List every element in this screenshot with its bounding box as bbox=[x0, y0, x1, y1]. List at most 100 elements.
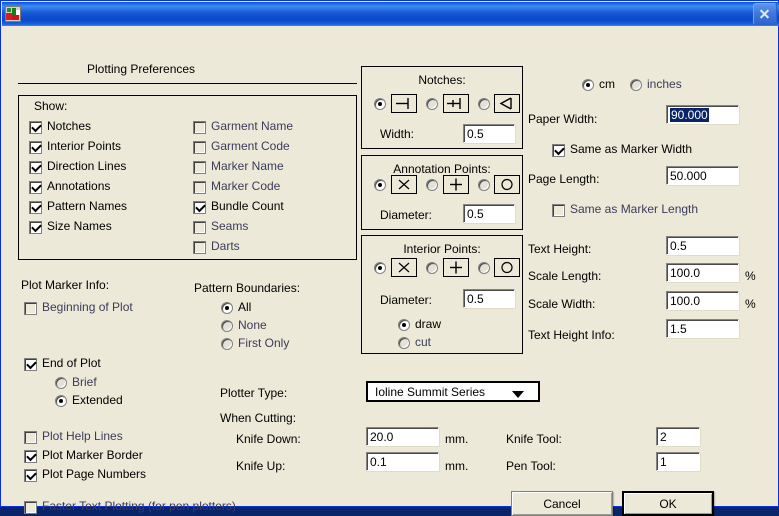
checkbox-box bbox=[24, 469, 37, 482]
checkbox-label: Marker Name bbox=[211, 159, 284, 173]
checkbox-label: Notches bbox=[47, 119, 92, 133]
plus-icon[interactable] bbox=[443, 258, 469, 277]
knife-up-input[interactable]: 0.1 bbox=[366, 452, 439, 471]
knife-tool-label: Knife Tool: bbox=[506, 432, 562, 446]
radio-label: All bbox=[238, 300, 252, 314]
checkbox-label: Garment Name bbox=[211, 119, 294, 133]
plotter-type-dropdown[interactable]: Ioline Summit Series bbox=[366, 381, 540, 402]
page-length-input[interactable]: 50.000 bbox=[666, 166, 739, 185]
knife-down-input[interactable]: 20.0 bbox=[366, 427, 439, 446]
checkbox-label: Beginning of Plot bbox=[42, 300, 133, 314]
plotter-type-label: Plotter Type: bbox=[220, 386, 288, 400]
checkbox-box bbox=[193, 221, 206, 234]
checkbox-label: Faster Text Plotting (for pen plotters) bbox=[42, 499, 236, 513]
annotation-diameter-input[interactable]: 0.5 bbox=[463, 204, 515, 223]
notch-width-input[interactable]: 0.5 bbox=[463, 124, 515, 143]
checkbox-box bbox=[24, 501, 37, 514]
radio-annotation-style-plus[interactable] bbox=[426, 179, 438, 191]
cancel-button[interactable]: Cancel bbox=[511, 491, 613, 516]
radio-interior-style-circle[interactable] bbox=[478, 262, 490, 274]
pattern-boundaries-legend: Pattern Boundaries: bbox=[194, 281, 301, 295]
checkbox-box bbox=[193, 161, 206, 174]
paper-width-input[interactable]: 90.000 bbox=[666, 105, 739, 124]
v-notch-icon[interactable] bbox=[494, 94, 520, 113]
radio-annotation-style-x[interactable] bbox=[374, 179, 386, 191]
interior-diameter-label: Diameter: bbox=[380, 293, 433, 307]
knife-down-unit: mm. bbox=[445, 432, 469, 446]
checkbox-box bbox=[29, 161, 42, 174]
cross-x-icon[interactable] bbox=[391, 258, 417, 277]
scale-length-unit: % bbox=[745, 269, 756, 283]
checkbox-box bbox=[29, 141, 42, 154]
radio-label: Extended bbox=[72, 393, 123, 407]
knife-up-unit: mm. bbox=[445, 459, 469, 473]
checkbox-box bbox=[193, 121, 206, 134]
checkbox-label: End of Plot bbox=[42, 356, 101, 370]
cross-x-icon[interactable] bbox=[391, 175, 417, 194]
checkbox-label: Marker Code bbox=[211, 179, 281, 193]
knife-down-label: Knife Down: bbox=[236, 432, 301, 446]
radio-label: First Only bbox=[238, 336, 290, 350]
checkbox-box bbox=[29, 121, 42, 134]
plus-icon[interactable] bbox=[443, 175, 469, 194]
knife-up-label: Knife Up: bbox=[236, 459, 286, 473]
title-bar[interactable] bbox=[2, 2, 779, 26]
checkbox-label: Same as Marker Length bbox=[570, 202, 699, 216]
checkbox-box bbox=[24, 450, 37, 463]
annotation-points-legend: Annotation Points: bbox=[393, 162, 491, 176]
text-height-info-label: Text Height Info: bbox=[528, 328, 615, 342]
app-icon bbox=[5, 6, 21, 22]
radio-circle bbox=[221, 320, 233, 332]
text-height-info-input[interactable]: 1.5 bbox=[666, 319, 739, 338]
checkbox-box bbox=[193, 141, 206, 154]
page-length-label: Page Length: bbox=[528, 172, 600, 186]
interior-diameter-input[interactable]: 0.5 bbox=[463, 289, 515, 308]
radio-interior-style-plus[interactable] bbox=[426, 262, 438, 274]
checkbox-label: Plot Help Lines bbox=[42, 429, 123, 443]
radio-label: cut bbox=[415, 335, 432, 349]
page-title: Plotting Preferences bbox=[87, 62, 196, 76]
ok-button[interactable]: OK bbox=[622, 491, 714, 516]
checkbox-label: Seams bbox=[211, 219, 249, 233]
circle-icon[interactable] bbox=[494, 175, 520, 194]
text-height-input[interactable]: 0.5 bbox=[666, 236, 739, 255]
radio-interior-style-x[interactable] bbox=[374, 262, 386, 274]
radio-circle bbox=[55, 377, 67, 389]
checkbox-box bbox=[29, 201, 42, 214]
pen-tool-label: Pen Tool: bbox=[506, 459, 556, 473]
radio-notch-style-slit[interactable] bbox=[374, 98, 386, 110]
checkbox-box bbox=[24, 358, 37, 371]
checkbox-label: Pattern Names bbox=[47, 199, 128, 213]
scale-width-label: Scale Width: bbox=[528, 297, 596, 311]
radio-label: draw bbox=[415, 317, 442, 331]
scale-length-label: Scale Length: bbox=[528, 269, 602, 283]
checkbox-box bbox=[29, 181, 42, 194]
paper-width-value: 90.000 bbox=[670, 108, 709, 122]
t-notch-icon[interactable] bbox=[443, 94, 469, 113]
checkbox-box bbox=[193, 201, 206, 214]
radio-notch-style-v[interactable] bbox=[478, 98, 490, 110]
knife-tool-input[interactable]: 2 bbox=[656, 427, 700, 446]
checkbox-box bbox=[29, 221, 42, 234]
checkbox-label: Bundle Count bbox=[211, 199, 284, 213]
notches-legend: Notches: bbox=[418, 73, 466, 87]
close-icon[interactable] bbox=[753, 3, 777, 25]
checkbox-label: Size Names bbox=[47, 219, 112, 233]
pen-tool-input[interactable]: 1 bbox=[656, 452, 700, 471]
checkbox-box bbox=[552, 144, 565, 157]
checkbox-box bbox=[552, 204, 565, 217]
slit-notch-icon[interactable] bbox=[391, 94, 417, 113]
header-divider bbox=[18, 83, 357, 84]
checkbox-label: Annotations bbox=[47, 179, 111, 193]
radio-label: None bbox=[238, 318, 267, 332]
checkbox-label: Darts bbox=[211, 239, 240, 253]
scale-width-input[interactable]: 100.0 bbox=[666, 291, 739, 310]
radio-annotation-style-circle[interactable] bbox=[478, 179, 490, 191]
checkbox-label: Direction Lines bbox=[47, 159, 127, 173]
circle-icon[interactable] bbox=[494, 258, 520, 277]
scale-length-input[interactable]: 100.0 bbox=[666, 263, 739, 282]
radio-label: Brief bbox=[72, 375, 97, 389]
radio-notch-style-t[interactable] bbox=[426, 98, 438, 110]
paper-width-label: Paper Width: bbox=[528, 112, 598, 126]
annotation-diameter-label: Diameter: bbox=[380, 208, 433, 222]
